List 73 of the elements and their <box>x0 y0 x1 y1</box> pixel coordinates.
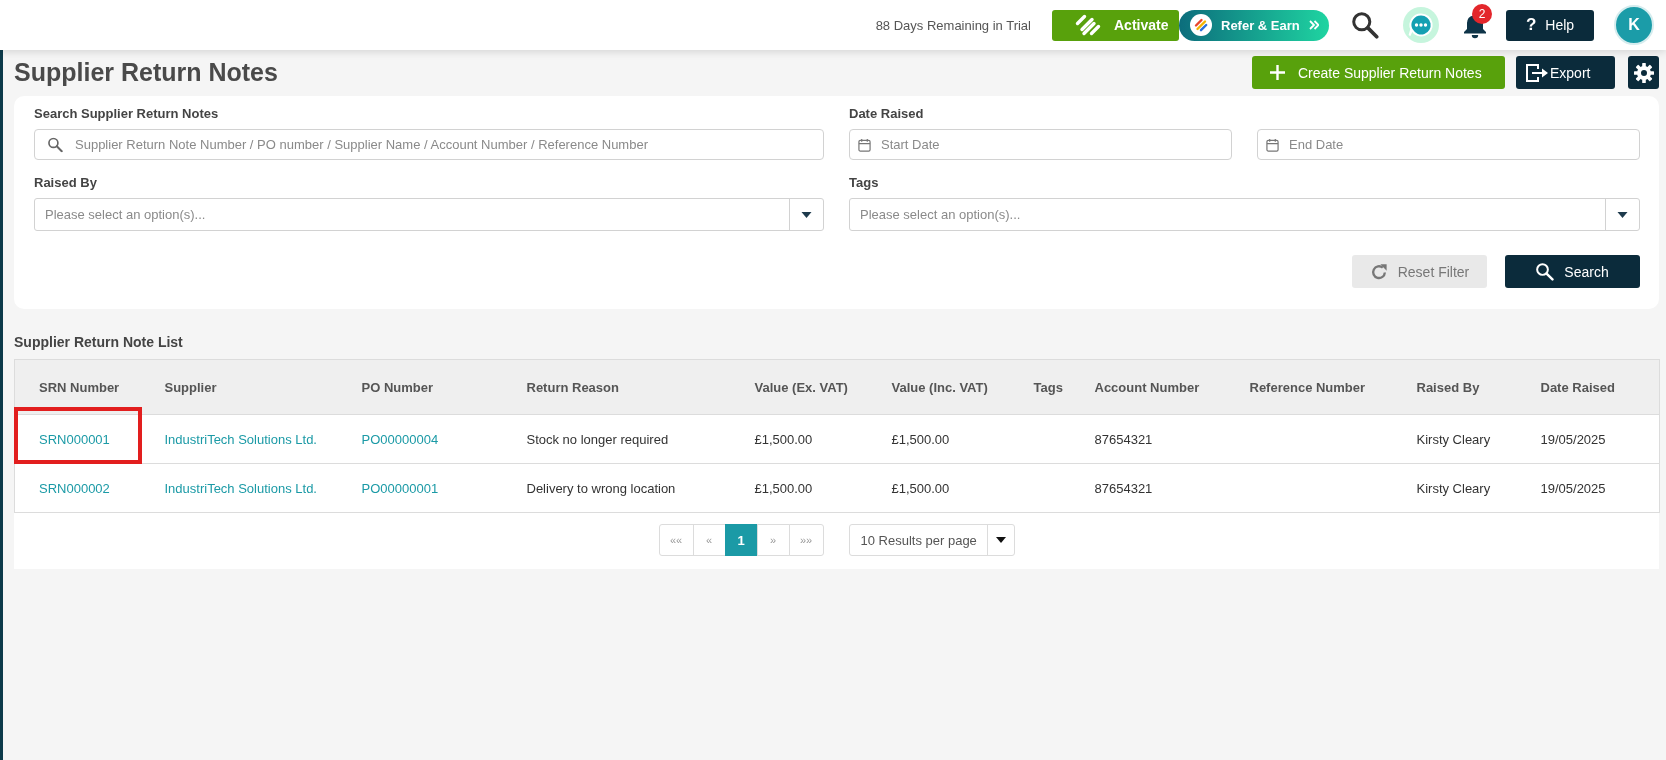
tags-select[interactable]: Please select an option(s)... <box>849 198 1640 231</box>
plus-icon <box>1270 65 1285 80</box>
return-reason-text: Delivery to wrong location <box>526 480 676 496</box>
chat-icon[interactable] <box>1403 7 1439 43</box>
column-header: Value (Inc. VAT) <box>891 379 988 395</box>
po-number-link[interactable]: PO00000004 <box>361 431 439 447</box>
stripes-logo-icon <box>1075 14 1101 36</box>
column-header: SRN Number <box>39 379 120 395</box>
user-name-text: Kirsty Cleary <box>1416 480 1491 496</box>
double-chevron-icon <box>1308 20 1319 30</box>
column-header: Account Number <box>1094 379 1200 395</box>
refer-earn-button[interactable]: Refer & Earn <box>1179 9 1329 41</box>
user-name-text: Kirsty Cleary <box>1416 431 1491 447</box>
field-label: Tags <box>849 174 879 192</box>
amount-text: £1,500.00 <box>891 480 950 496</box>
search-icon[interactable] <box>1352 11 1379 39</box>
srn-link[interactable]: SRN000002 <box>39 480 110 496</box>
calendar-icon <box>858 137 871 152</box>
create-button[interactable]: Create Supplier Return Notes <box>1252 56 1505 89</box>
search-icon <box>1536 262 1555 281</box>
page-size-select[interactable]: 10 Results per page <box>848 524 1015 556</box>
raised-by-select[interactable]: Please select an option(s)... <box>34 198 824 231</box>
page-button[interactable]: « <box>692 524 726 556</box>
account-number-text: 87654321 <box>1094 431 1153 447</box>
notification-badge: 2 <box>1472 3 1492 24</box>
date-text: 19/05/2025 <box>1540 431 1606 447</box>
start-date-field[interactable]: Start Date <box>849 129 1232 160</box>
column-header: Date Raised <box>1540 379 1615 395</box>
field-label: Search Supplier Return Notes <box>34 105 219 123</box>
help-button[interactable]: ? Help <box>1506 9 1594 41</box>
page-button[interactable]: 1 <box>724 524 758 556</box>
search-button[interactable]: Search <box>1505 255 1640 288</box>
amount-text: £1,500.00 <box>891 431 950 447</box>
date-text: 19/05/2025 <box>1540 480 1606 496</box>
refresh-icon <box>1369 262 1388 281</box>
caret-down-icon <box>1617 211 1628 218</box>
caret-down-icon <box>995 537 1006 543</box>
srn-link[interactable]: SRN000001 <box>39 431 110 447</box>
column-header: Supplier <box>164 379 217 395</box>
export-icon <box>1525 62 1549 83</box>
supplier-link[interactable]: IndustriTech Solutions Ltd. <box>164 431 317 447</box>
return-reason-text: Stock no longer required <box>526 431 669 447</box>
column-header: PO Number <box>361 379 433 395</box>
end-date-field[interactable]: End Date <box>1257 129 1640 160</box>
export-button[interactable]: Export <box>1516 56 1615 89</box>
settings-button[interactable] <box>1628 56 1659 89</box>
caret-down-icon <box>801 211 812 218</box>
column-header: Value (Ex. VAT) <box>754 379 848 395</box>
field-label: Date Raised <box>849 105 924 123</box>
po-number-link[interactable]: PO00000001 <box>361 480 439 496</box>
user-avatar[interactable]: K <box>1614 5 1654 45</box>
column-header: Reference Number <box>1249 379 1366 395</box>
search-icon <box>48 137 63 152</box>
page-button[interactable]: «« <box>658 524 694 556</box>
amount-text: £1,500.00 <box>754 431 813 447</box>
account-number-text: 87654321 <box>1094 480 1153 496</box>
field-label: Raised By <box>34 174 97 192</box>
section-title: Supplier Return Note List <box>14 333 183 351</box>
search-field[interactable]: Supplier Return Note Number / PO number / Supplier Name / Account Number / Reference Number <box>34 129 824 160</box>
page-button[interactable]: »» <box>788 524 824 556</box>
page-title: Supplier Return Notes <box>14 58 278 87</box>
calendar-icon <box>1266 137 1279 152</box>
column-header: Raised By <box>1416 379 1480 395</box>
trial-notice: 88 Days Remaining in Trial <box>875 17 1031 33</box>
supplier-link[interactable]: IndustriTech Solutions Ltd. <box>164 480 317 496</box>
activate-button[interactable]: Activate <box>1052 9 1179 41</box>
circle-logo-icon <box>1190 14 1212 36</box>
amount-text: £1,500.00 <box>754 480 813 496</box>
gear-icon <box>1633 62 1654 83</box>
page-button[interactable]: » <box>756 524 790 556</box>
column-header: Return Reason <box>526 379 619 395</box>
help-icon: ? <box>1525 15 1537 35</box>
column-header: Tags <box>1033 379 1063 395</box>
